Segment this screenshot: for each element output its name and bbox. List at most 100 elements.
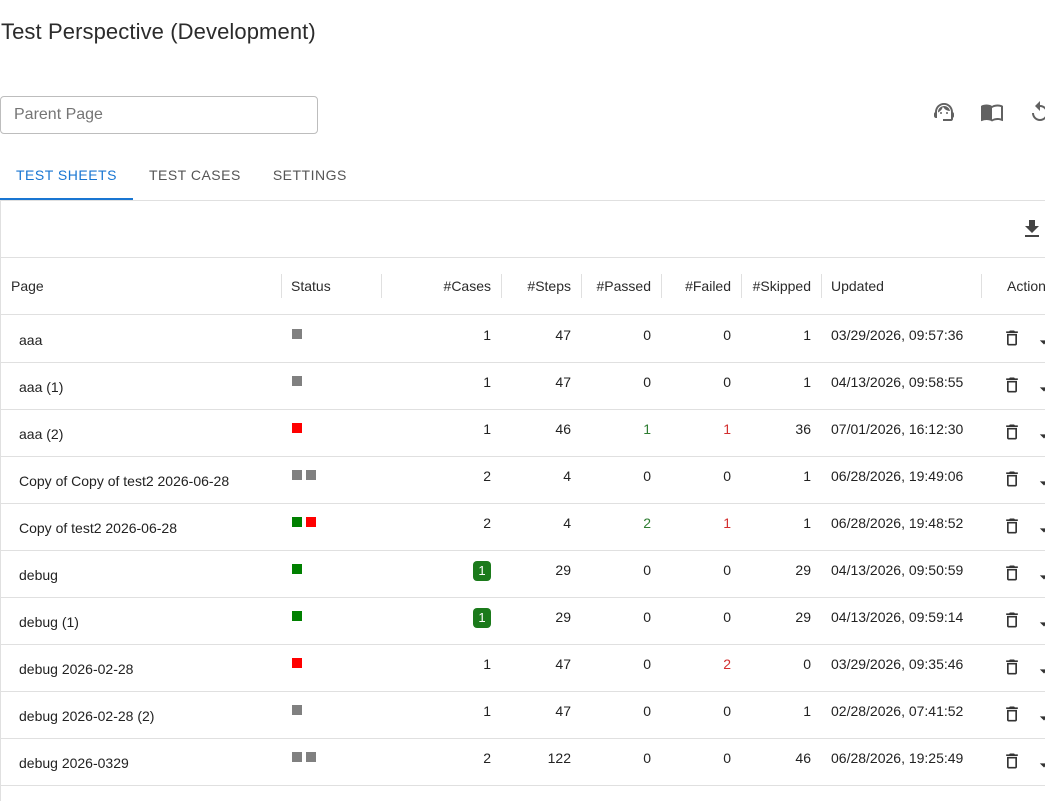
passed-count: 0: [643, 562, 651, 578]
skipped-count: 1: [803, 468, 811, 484]
column-header-passed[interactable]: #Passed: [581, 258, 651, 314]
failed-count: 0: [723, 327, 731, 343]
column-header-failed[interactable]: #Failed: [661, 258, 731, 314]
steps-count: 4: [563, 468, 571, 484]
book-icon[interactable]: [980, 100, 1004, 124]
status-square: [292, 564, 302, 575]
status-indicator: [292, 362, 382, 409]
table-row[interactable]: aaa (1) 1 47 0 0 1 04/13/2026, 09:58:55: [1, 362, 1045, 410]
table-row[interactable]: debug (1) 1 29 0 0 29 04/13/2026, 09:59:14: [1, 597, 1045, 645]
updated-timestamp: 04/13/2026, 09:58:55: [831, 374, 964, 390]
failed-count: 1: [723, 515, 731, 531]
skipped-count: 36: [795, 421, 811, 437]
column-header-updated[interactable]: Updated: [831, 258, 971, 314]
status-square: [292, 705, 302, 716]
more-actions-icon[interactable]: [1034, 661, 1045, 681]
more-actions-icon[interactable]: [1034, 332, 1045, 352]
tab-settings[interactable]: SETTINGS: [257, 155, 363, 199]
table-row[interactable]: debug 2026-0329 2 122 0 0 46 06/28/2026, 19:25…: [1, 738, 1045, 786]
steps-count: 122: [547, 750, 571, 766]
table-row[interactable]: Copy of test2 2026-06-28 2 4 2 1 1 06/28/2026,…: [1, 503, 1045, 551]
tab-test-sheets[interactable]: TEST SHEETS: [0, 155, 133, 200]
cases-count: 1: [483, 656, 491, 672]
status-indicator: [292, 597, 382, 644]
delete-icon[interactable]: [1002, 610, 1022, 630]
status-indicator: [292, 738, 382, 785]
delete-icon[interactable]: [1002, 422, 1022, 442]
delete-icon[interactable]: [1002, 328, 1022, 348]
page-name[interactable]: debug: [19, 550, 279, 597]
more-actions-icon[interactable]: [1034, 520, 1045, 540]
skipped-count: 29: [795, 562, 811, 578]
failed-count: 0: [723, 609, 731, 625]
page-name[interactable]: aaa (2): [19, 409, 279, 456]
page-name[interactable]: debug 2026-02-28: [19, 644, 279, 691]
column-header-skipped[interactable]: #Skipped: [741, 258, 811, 314]
column-separator[interactable]: [981, 274, 982, 298]
more-actions-icon[interactable]: [1034, 567, 1045, 587]
passed-count: 0: [643, 703, 651, 719]
support-agent-icon[interactable]: [932, 100, 956, 124]
more-actions-icon[interactable]: [1034, 708, 1045, 728]
more-actions-icon[interactable]: [1034, 755, 1045, 775]
page-name[interactable]: Copy of test2 2026-06-28: [19, 503, 279, 550]
steps-count: 4: [563, 515, 571, 531]
column-header-page[interactable]: Page: [11, 258, 271, 314]
refresh-icon[interactable]: [1028, 100, 1045, 124]
more-actions-icon[interactable]: [1034, 426, 1045, 446]
grid-toolbar: [1, 201, 1045, 258]
delete-icon[interactable]: [1002, 657, 1022, 677]
more-actions-icon[interactable]: [1034, 614, 1045, 634]
passed-count: 0: [643, 750, 651, 766]
column-separator[interactable]: [821, 274, 822, 298]
table-row[interactable]: aaa 1 47 0 0 1 03/29/2026, 09:57:36: [1, 315, 1045, 363]
skipped-count: 46: [795, 750, 811, 766]
passed-count: 1: [643, 421, 651, 437]
download-icon[interactable]: [1020, 217, 1044, 241]
page-name[interactable]: aaa: [19, 315, 279, 362]
passed-count: 0: [643, 468, 651, 484]
table-row[interactable]: debug 2026-02-28 1 47 0 2 0 03/29/2026, 09:35:…: [1, 644, 1045, 692]
page-name[interactable]: debug (1): [19, 597, 279, 644]
cases-count: 2: [483, 468, 491, 484]
failed-count: 0: [723, 374, 731, 390]
page-name[interactable]: debug 2026-0329: [19, 738, 279, 785]
skipped-count: 1: [803, 327, 811, 343]
delete-icon[interactable]: [1002, 469, 1022, 489]
table-row[interactable]: aaa (2) 1 46 1 1 36 07/01/2026, 16:12:30: [1, 409, 1045, 457]
updated-timestamp: 06/28/2026, 19:48:52: [831, 515, 964, 531]
passed-count: 2: [643, 515, 651, 531]
table-row[interactable]: debug 2026-02-28 (2) 1 47 0 0 1 02/28/2026, 07…: [1, 691, 1045, 739]
table-row[interactable]: debug 1 29 0 0 29 04/13/2026, 09:50:59: [1, 550, 1045, 598]
steps-count: 29: [555, 562, 571, 578]
tab-bar: TEST SHEETS TEST CASES SETTINGS: [0, 155, 363, 200]
more-actions-icon[interactable]: [1034, 473, 1045, 493]
status-square: [292, 517, 302, 528]
delete-icon[interactable]: [1002, 375, 1022, 395]
column-separator[interactable]: [281, 274, 282, 298]
passed-count: 0: [643, 374, 651, 390]
delete-icon[interactable]: [1002, 563, 1022, 583]
parent-page-input[interactable]: [0, 96, 318, 134]
failed-count: 0: [723, 703, 731, 719]
page-name[interactable]: aaa (1): [19, 362, 279, 409]
column-header-cases[interactable]: #Cases: [381, 258, 491, 314]
status-square: [306, 752, 316, 763]
test-sheets-grid: Page Status #Cases #Steps #Passed #Faile…: [0, 200, 1045, 801]
more-actions-icon[interactable]: [1034, 379, 1045, 399]
delete-icon[interactable]: [1002, 704, 1022, 724]
delete-icon[interactable]: [1002, 516, 1022, 536]
updated-timestamp: 06/28/2026, 19:25:49: [831, 750, 964, 766]
column-header-steps[interactable]: #Steps: [501, 258, 571, 314]
tab-test-cases[interactable]: TEST CASES: [133, 155, 257, 199]
failed-count: 0: [723, 562, 731, 578]
delete-icon[interactable]: [1002, 751, 1022, 771]
page-name[interactable]: debug 2026-02-28 (2): [19, 691, 279, 738]
skipped-count: 29: [795, 609, 811, 625]
column-header-status[interactable]: Status: [291, 258, 381, 314]
failed-count: 0: [723, 468, 731, 484]
table-row[interactable]: Copy of Copy of test2 2026-06-28 2 4 0 0 1 06/…: [1, 456, 1045, 504]
passed-count: 0: [643, 609, 651, 625]
page-name[interactable]: Copy of Copy of test2 2026-06-28: [19, 456, 279, 503]
skipped-count: 1: [803, 703, 811, 719]
